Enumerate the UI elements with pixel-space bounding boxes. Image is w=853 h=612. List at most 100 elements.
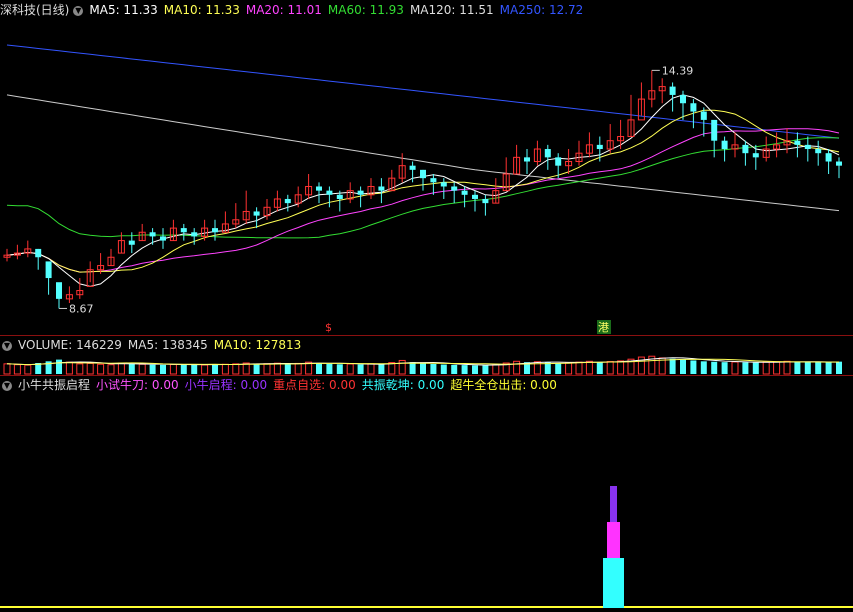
ma60-line	[6, 137, 840, 239]
volume-bar	[627, 358, 635, 375]
candle-body	[783, 140, 791, 146]
candle-body	[711, 119, 718, 141]
volume-bar	[65, 361, 73, 375]
volume-bar	[482, 365, 489, 374]
volume-bar	[721, 362, 728, 374]
candle-body	[773, 144, 781, 150]
volume-bar	[794, 361, 801, 374]
volume-bar	[212, 364, 218, 374]
candle-body	[565, 161, 573, 167]
candle-body	[388, 177, 396, 192]
volume-legend: ▼ VOLUME: 146229 MA5: 138345 MA10: 127813	[0, 336, 307, 354]
volume-bar	[585, 360, 593, 375]
chevron-down-icon[interactable]: ▼	[73, 5, 84, 16]
volume-bar	[3, 363, 11, 375]
volume-bar	[700, 361, 707, 374]
volume-bar	[783, 360, 791, 375]
chevron-down-icon[interactable]: ▼	[2, 340, 12, 351]
candle-body	[533, 148, 541, 163]
candle-body	[65, 294, 73, 300]
volume-bar	[461, 365, 468, 374]
volume-bar	[294, 362, 302, 375]
candle-body	[804, 144, 811, 150]
candle-body	[263, 206, 271, 217]
volume-bar	[492, 363, 500, 375]
volume-value: VOLUME: 146229	[18, 338, 122, 352]
volume-bar	[357, 364, 364, 374]
candle-body	[398, 165, 406, 179]
volume-bar	[13, 364, 21, 375]
low-label: 8.67	[69, 302, 94, 315]
candle-body	[627, 119, 635, 138]
volume-bar	[180, 364, 187, 374]
volume-bar	[533, 361, 541, 375]
marker-gang: 港	[598, 321, 609, 334]
candle-body	[221, 223, 229, 233]
candle-body	[294, 194, 302, 204]
candle-body	[492, 190, 500, 204]
candle-body	[502, 173, 510, 192]
volume-bar	[160, 364, 166, 374]
signal-bar-gongzhen	[603, 558, 624, 608]
candle-body	[138, 231, 146, 242]
indicator-item-5: 超牛全仓出击: 0.00	[450, 378, 557, 392]
candle-body	[191, 232, 198, 237]
volume-bar	[762, 361, 770, 375]
candle-body	[825, 153, 832, 162]
volume-bar	[284, 363, 291, 374]
candle-body	[326, 190, 333, 195]
volume-bar	[35, 363, 42, 374]
volume-bar	[221, 363, 229, 375]
volume-bar	[138, 363, 146, 375]
candle-body	[180, 228, 187, 233]
candle-body	[201, 227, 209, 237]
signal-bar-qicheng	[610, 486, 617, 522]
volume-bar	[336, 364, 343, 374]
volume-bar	[617, 360, 625, 375]
volume-bar	[346, 363, 354, 375]
volume-bar	[648, 355, 656, 375]
candle-body	[524, 157, 530, 162]
volume-bar	[149, 364, 156, 374]
candle-body	[357, 190, 364, 195]
candle-body	[367, 185, 375, 196]
volume-bar	[305, 361, 313, 375]
volume-bar	[555, 363, 562, 374]
volume-bar	[502, 362, 510, 375]
candle-body	[378, 186, 385, 191]
volume-bar	[253, 364, 260, 374]
indicator-item-3: 重点自选: 0.00	[273, 378, 356, 392]
price-chart[interactable]: 14.39 8.67 $ 港	[0, 0, 853, 612]
volume-bar	[513, 360, 521, 375]
volume-bar	[596, 361, 603, 374]
volume-bar	[117, 362, 125, 375]
candle-body	[3, 254, 11, 258]
candle-body	[690, 103, 697, 112]
candle-body	[284, 198, 291, 204]
candle-body	[482, 198, 489, 204]
volume-bar	[669, 358, 676, 374]
candle-body	[440, 182, 447, 187]
candle-body	[430, 178, 437, 183]
candle-body	[575, 152, 583, 163]
ma10-label: MA10: 11.33	[163, 3, 240, 17]
volume-bar	[128, 363, 135, 374]
candle-body	[617, 136, 625, 142]
ma5-line	[6, 94, 840, 287]
candle-body	[232, 219, 240, 225]
volume-bar	[565, 362, 573, 375]
candle-body	[731, 144, 739, 150]
candle-body	[117, 240, 125, 254]
volume-bar	[440, 364, 447, 374]
candle-body	[513, 156, 521, 175]
volume-bar	[409, 362, 416, 374]
indicator-item-1: 小试牛刀: 0.00	[96, 378, 179, 392]
candle-body	[669, 86, 676, 95]
volume-bar	[690, 360, 697, 374]
candle-body	[461, 190, 468, 195]
volume-bar	[76, 363, 84, 375]
candle-body	[35, 248, 42, 258]
chevron-down-icon[interactable]: ▼	[2, 380, 12, 391]
volume-bar	[815, 362, 822, 374]
indicator-item-4: 共振乾坤: 0.00	[361, 378, 445, 392]
